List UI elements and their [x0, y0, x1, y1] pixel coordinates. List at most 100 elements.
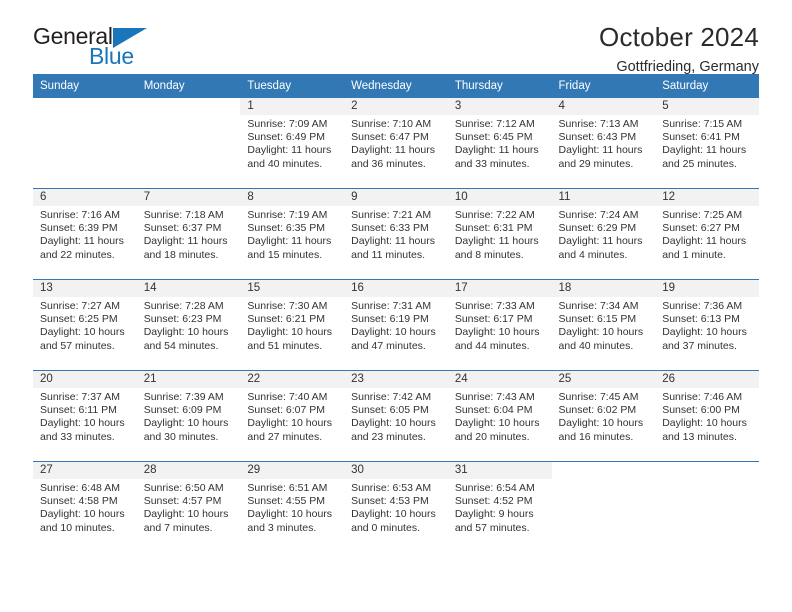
calendar-day-cell[interactable]: 25 Sunrise: 7:45 AM Sunset: 6:02 PM Dayligh…: [551, 370, 656, 462]
daylight-duration-line2: and 25 minutes.: [662, 157, 737, 170]
sunset-time: Sunset: 6:19 PM: [351, 313, 429, 326]
sunrise-time: Sunrise: 6:50 AM: [143, 482, 224, 494]
sunrise-time: Sunrise: 6:48 AM: [40, 482, 120, 494]
day-cell-inner: 6 Sunrise: 7:16 AM Sunset: 6:39 PM Daylight…: [33, 189, 137, 279]
calendar-day-cell[interactable]: 26 Sunrise: 7:46 AM Sunset: 6:00 PM Dayligh…: [655, 370, 759, 462]
calendar-day-cell[interactable]: 6 Sunrise: 7:16 AM Sunset: 6:39 PM Daylight…: [33, 188, 137, 280]
calendar-week-row: 20 Sunrise: 7:37 AM Sunset: 6:11 PM Dayligh…: [33, 370, 759, 462]
sunrise-time: Sunrise: 7:42 AM: [351, 391, 432, 403]
daylight-duration-line2: and 18 minutes.: [143, 248, 219, 261]
day-cell-inner: 2 Sunrise: 7:10 AM Sunset: 6:47 PM Daylight…: [344, 98, 448, 188]
calendar-day-cell[interactable]: 24 Sunrise: 7:43 AM Sunset: 6:04 PM Dayligh…: [447, 370, 552, 462]
day-cell-inner: 8 Sunrise: 7:19 AM Sunset: 6:35 PM Daylight…: [240, 189, 345, 279]
daylight-duration-line1: Daylight: 10 hours: [143, 326, 229, 339]
calendar-day-cell[interactable]: 17 Sunrise: 7:33 AM Sunset: 6:17 PM Dayligh…: [447, 279, 552, 371]
calendar-day-cell[interactable]: 31 Sunrise: 6:54 AM Sunset: 4:52 PM Dayligh…: [447, 461, 552, 552]
day-number: 17: [447, 280, 552, 297]
daylight-duration-line2: and 7 minutes.: [143, 521, 213, 534]
daylight-duration-line2: and 30 minutes.: [143, 430, 219, 443]
daylight-duration-line1: Daylight: 11 hours: [351, 144, 435, 157]
sunset-time: Sunset: 6:07 PM: [247, 404, 326, 417]
sunset-time: Sunset: 4:58 PM: [40, 495, 118, 508]
calendar-day-cell[interactable]: 14 Sunrise: 7:28 AM Sunset: 6:23 PM Dayligh…: [136, 279, 241, 371]
calendar-day-cell[interactable]: 30 Sunrise: 6:53 AM Sunset: 4:53 PM Dayligh…: [344, 461, 448, 552]
calendar-day-cell[interactable]: 5 Sunrise: 7:15 AM Sunset: 6:41 PM Daylight…: [655, 98, 759, 189]
day-details: Sunrise: 6:53 AM Sunset: 4:53 PM Daylight:…: [344, 479, 448, 535]
day-number: 2: [344, 98, 448, 115]
day-details: Sunrise: 7:42 AM Sunset: 6:05 PM Daylight:…: [344, 388, 448, 444]
day-number: 4: [551, 98, 656, 115]
calendar-day-cell[interactable]: 28 Sunrise: 6:50 AM Sunset: 4:57 PM Dayligh…: [136, 461, 241, 552]
day-details: Sunrise: 6:50 AM Sunset: 4:57 PM Daylight:…: [137, 479, 241, 535]
day-details: Sunrise: 6:51 AM Sunset: 4:55 PM Daylight:…: [240, 479, 344, 535]
daylight-duration-line2: and 29 minutes.: [558, 157, 634, 170]
general-blue-logo[interactable]: General Blue: [33, 24, 168, 72]
day-number: 28: [136, 462, 241, 479]
sunrise-time: Sunrise: 7:27 AM: [40, 300, 120, 312]
sunrise-time: Sunrise: 7:25 AM: [662, 209, 743, 221]
calendar-day-cell[interactable]: 23 Sunrise: 7:42 AM Sunset: 6:05 PM Dayligh…: [344, 370, 448, 462]
sunrise-time: Sunrise: 7:28 AM: [143, 300, 224, 312]
sunset-time: Sunset: 6:17 PM: [454, 313, 533, 326]
daylight-duration-line2: and 10 minutes.: [40, 521, 115, 534]
title-block: October 2024 Gottfrieding, Germany: [599, 22, 759, 76]
calendar-day-cell[interactable]: 29 Sunrise: 6:51 AM Sunset: 4:55 PM Dayligh…: [240, 461, 345, 552]
sunrise-time: Sunrise: 7:30 AM: [247, 300, 328, 312]
day-details: Sunrise: 7:13 AM Sunset: 6:43 PM Daylight:…: [552, 115, 656, 171]
day-details: Sunrise: 7:10 AM Sunset: 6:47 PM Daylight:…: [344, 115, 448, 171]
day-cell-inner: 9 Sunrise: 7:21 AM Sunset: 6:33 PM Daylight…: [344, 189, 448, 279]
daylight-duration-line2: and 57 minutes.: [454, 521, 530, 534]
calendar-day-cell[interactable]: 10 Sunrise: 7:22 AM Sunset: 6:31 PM Dayligh…: [447, 188, 552, 280]
day-cell-inner: 30 Sunrise: 6:53 AM Sunset: 4:53 PM Dayligh…: [344, 462, 448, 552]
day-details: Sunrise: 6:48 AM Sunset: 4:58 PM Daylight:…: [33, 479, 137, 535]
sunset-time: Sunset: 6:13 PM: [662, 313, 740, 326]
calendar-day-cell[interactable]: 3 Sunrise: 7:12 AM Sunset: 6:45 PM Daylight…: [447, 98, 552, 189]
daylight-duration-line1: Daylight: 10 hours: [40, 508, 125, 521]
day-number: 11: [551, 189, 656, 206]
day-cell-inner: 4 Sunrise: 7:13 AM Sunset: 6:43 PM Daylight…: [551, 98, 656, 188]
day-cell-inner: [33, 98, 137, 188]
daylight-duration-line1: Daylight: 11 hours: [143, 235, 228, 248]
sunrise-time: Sunrise: 7:40 AM: [247, 391, 328, 403]
calendar-day-cell[interactable]: 16 Sunrise: 7:31 AM Sunset: 6:19 PM Dayligh…: [344, 279, 448, 371]
calendar-day-cell[interactable]: 9 Sunrise: 7:21 AM Sunset: 6:33 PM Daylight…: [344, 188, 448, 280]
day-details: Sunrise: 7:25 AM Sunset: 6:27 PM Daylight:…: [655, 206, 759, 262]
calendar-day-cell[interactable]: 4 Sunrise: 7:13 AM Sunset: 6:43 PM Daylight…: [551, 98, 656, 189]
daylight-duration-line2: and 33 minutes.: [40, 430, 115, 443]
calendar-day-cell[interactable]: 8 Sunrise: 7:19 AM Sunset: 6:35 PM Daylight…: [240, 188, 345, 280]
calendar-day-cell[interactable]: 18 Sunrise: 7:34 AM Sunset: 6:15 PM Dayligh…: [551, 279, 656, 371]
calendar-body: 1 Sunrise: 7:09 AM Sunset: 6:49 PM Daylight…: [33, 98, 759, 552]
day-cell-inner: 29 Sunrise: 6:51 AM Sunset: 4:55 PM Dayligh…: [240, 462, 345, 552]
calendar-day-cell[interactable]: 27 Sunrise: 6:48 AM Sunset: 4:58 PM Dayligh…: [33, 461, 137, 552]
day-number: 8: [240, 189, 345, 206]
calendar-day-cell[interactable]: 13 Sunrise: 7:27 AM Sunset: 6:25 PM Dayligh…: [33, 279, 137, 371]
calendar-day-cell[interactable]: 20 Sunrise: 7:37 AM Sunset: 6:11 PM Dayligh…: [33, 370, 137, 462]
calendar-day-cell[interactable]: 19 Sunrise: 7:36 AM Sunset: 6:13 PM Dayligh…: [655, 279, 759, 371]
sunrise-time: Sunrise: 7:09 AM: [247, 118, 328, 130]
calendar-day-cell[interactable]: 15 Sunrise: 7:30 AM Sunset: 6:21 PM Dayligh…: [240, 279, 345, 371]
sunset-time: Sunset: 6:49 PM: [247, 131, 326, 144]
daylight-duration-line1: Daylight: 9 hours: [454, 508, 534, 521]
day-cell-inner: 20 Sunrise: 7:37 AM Sunset: 6:11 PM Dayligh…: [33, 371, 137, 461]
daylight-duration-line1: Daylight: 10 hours: [40, 417, 125, 430]
daylight-duration-line2: and 16 minutes.: [558, 430, 634, 443]
day-cell-inner: 3 Sunrise: 7:12 AM Sunset: 6:45 PM Daylight…: [447, 98, 552, 188]
calendar-day-cell[interactable]: 11 Sunrise: 7:24 AM Sunset: 6:29 PM Dayligh…: [551, 188, 656, 280]
calendar-day-cell[interactable]: 22 Sunrise: 7:40 AM Sunset: 6:07 PM Dayligh…: [240, 370, 345, 462]
day-number: 16: [344, 280, 448, 297]
day-number: 9: [344, 189, 448, 206]
calendar-day-cell[interactable]: 7 Sunrise: 7:18 AM Sunset: 6:37 PM Daylight…: [136, 188, 241, 280]
calendar-day-cell[interactable]: 12 Sunrise: 7:25 AM Sunset: 6:27 PM Dayligh…: [655, 188, 759, 280]
calendar-day-cell: [655, 461, 759, 552]
daylight-duration-line2: and 40 minutes.: [247, 157, 323, 170]
sunrise-sunset-calendar: Sunday Monday Tuesday Wednesday Thursday…: [33, 74, 759, 552]
weekday-header-wednesday: Wednesday: [344, 74, 448, 98]
day-details: Sunrise: 7:43 AM Sunset: 6:04 PM Daylight:…: [448, 388, 552, 444]
daylight-duration-line2: and 54 minutes.: [143, 339, 219, 352]
calendar-day-cell[interactable]: 1 Sunrise: 7:09 AM Sunset: 6:49 PM Daylight…: [240, 98, 345, 189]
calendar-day-cell[interactable]: 21 Sunrise: 7:39 AM Sunset: 6:09 PM Dayligh…: [136, 370, 241, 462]
calendar-day-cell[interactable]: 2 Sunrise: 7:10 AM Sunset: 6:47 PM Daylight…: [344, 98, 448, 189]
daylight-duration-line1: Daylight: 11 hours: [40, 235, 124, 248]
day-number: 31: [447, 462, 552, 479]
calendar-week-row: 1 Sunrise: 7:09 AM Sunset: 6:49 PM Daylight…: [33, 98, 759, 189]
